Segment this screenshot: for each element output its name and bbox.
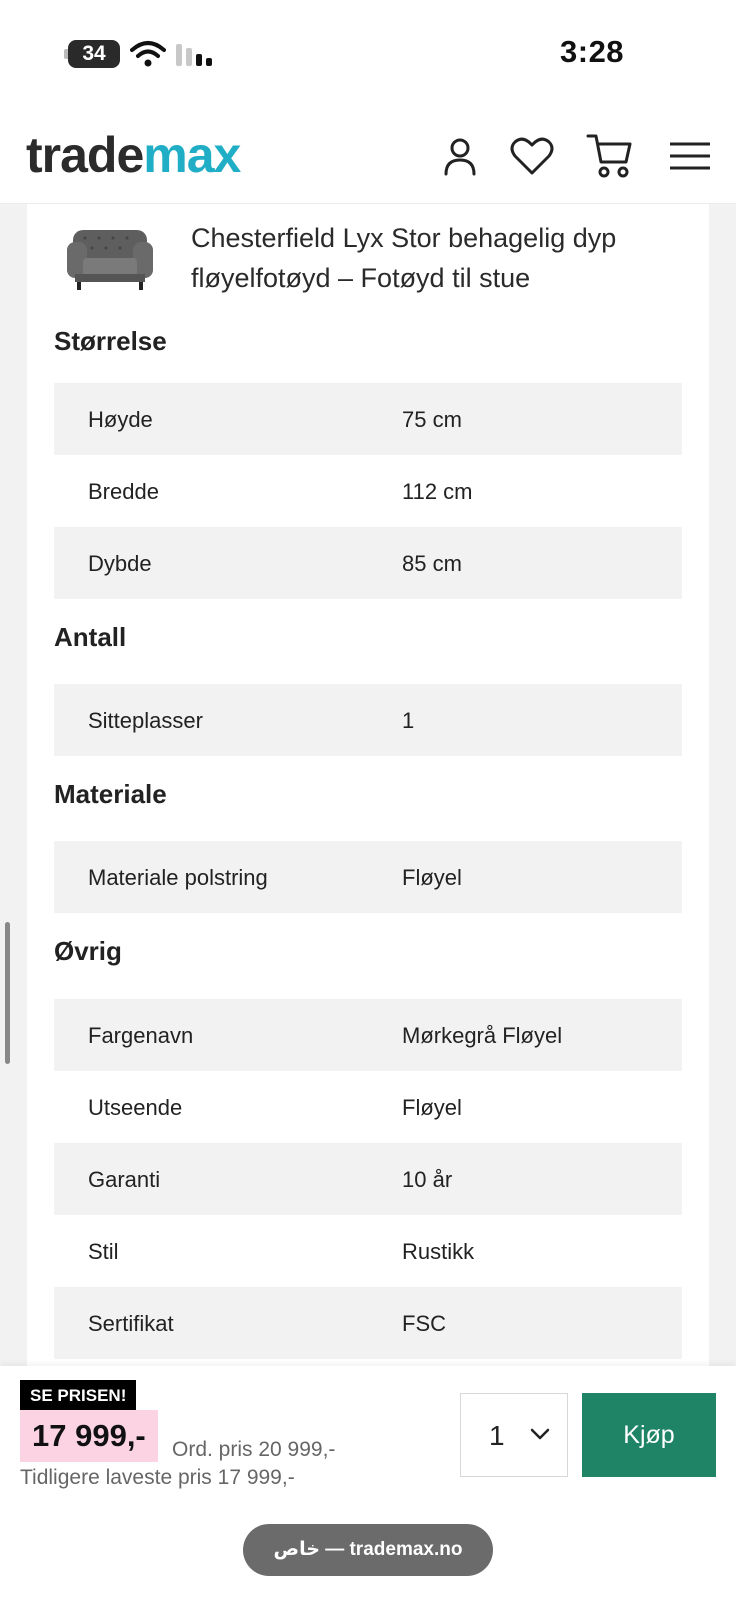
- spec-value: 75 cm: [402, 407, 462, 432]
- status-time: 3:28: [560, 34, 625, 69]
- price-badge: SE PRISEN!: [20, 1380, 137, 1412]
- battery-indicator: 34: [64, 40, 120, 68]
- spec-row: Bredde 112 cm: [54, 455, 682, 527]
- section-title-count: Antall: [54, 622, 127, 652]
- spec-value: Mørkegrå Fløyel: [402, 1023, 563, 1048]
- site-header: trademax: [0, 108, 736, 204]
- logo-text-trade: trade: [26, 127, 144, 183]
- spec-value: Rustikk: [402, 1239, 475, 1264]
- purchase-bar: SE PRISEN! 17 999,- Ord. pris 20 999,- T…: [0, 1366, 736, 1600]
- spec-value: 1: [402, 708, 415, 733]
- scrollbar[interactable]: [5, 922, 10, 1064]
- user-icon[interactable]: [436, 132, 484, 180]
- spec-row: Sertifikat FSC: [54, 1287, 682, 1359]
- spec-value: 10 år: [402, 1167, 453, 1192]
- trademax-logo[interactable]: trademax: [26, 126, 241, 184]
- spec-value: 85 cm: [402, 551, 462, 576]
- spec-row: Sitteplasser 1: [54, 684, 682, 756]
- wifi-icon: [130, 41, 166, 67]
- buy-button[interactable]: Kjøp: [582, 1393, 716, 1477]
- chevron-down-icon: [530, 1428, 550, 1440]
- spec-row: Dybde 85 cm: [54, 527, 682, 599]
- heart-icon[interactable]: [508, 132, 556, 180]
- spec-value: Fløyel: [402, 1095, 462, 1120]
- section-title-material: Materiale: [54, 779, 167, 809]
- browser-url-pill[interactable]: خاص — trademax.no: [243, 1524, 493, 1576]
- spec-label: Utseende: [88, 1095, 183, 1120]
- product-thumbnail[interactable]: [65, 224, 155, 294]
- spec-value: FSC: [402, 1311, 446, 1336]
- spec-label: Dybde: [88, 551, 152, 576]
- spec-label: Fargenavn: [88, 1023, 194, 1048]
- quantity-value: 1: [489, 1420, 505, 1451]
- product-title[interactable]: Chesterfield Lyx Stor behagelig dyp fløy…: [191, 218, 671, 298]
- spec-row: Høyde 75 cm: [54, 383, 682, 455]
- status-bar: 34 3:28: [0, 0, 736, 108]
- spec-row: Garanti 10 år: [54, 1143, 682, 1215]
- cart-icon[interactable]: [586, 132, 634, 180]
- spec-label: Høyde: [88, 407, 153, 432]
- spec-value: 112 cm: [402, 479, 473, 504]
- spec-row: Fargenavn Mørkegrå Fløyel: [54, 999, 682, 1071]
- section-title-other: Øvrig: [54, 936, 122, 966]
- spec-label: Materiale polstring: [88, 865, 268, 890]
- spec-label: Stil: [88, 1239, 119, 1264]
- menu-icon[interactable]: [666, 132, 714, 180]
- section-title-size: Størrelse: [54, 326, 167, 356]
- spec-row: Utseende Fløyel: [54, 1071, 682, 1143]
- spec-row: Stil Rustikk: [54, 1215, 682, 1287]
- logo-text-max: max: [143, 127, 241, 183]
- spec-value: Fløyel: [402, 865, 462, 890]
- previous-lowest-price: Tidligere laveste pris 17 999,-: [20, 1466, 295, 1489]
- spec-card: Chesterfield Lyx Stor behagelig dyp fløy…: [27, 204, 709, 1366]
- ordinary-price: Ord. pris 20 999,-: [172, 1438, 336, 1461]
- spec-label: Sitteplasser: [88, 708, 203, 733]
- quantity-select[interactable]: 1: [460, 1393, 568, 1477]
- current-price: 17 999,-: [20, 1410, 158, 1462]
- spec-label: Garanti: [88, 1167, 161, 1192]
- spec-label: Sertifikat: [88, 1311, 174, 1336]
- spec-row: Materiale polstring Fløyel: [54, 841, 682, 913]
- spec-label: Bredde: [88, 479, 159, 504]
- cellular-signal-icon: [176, 44, 212, 66]
